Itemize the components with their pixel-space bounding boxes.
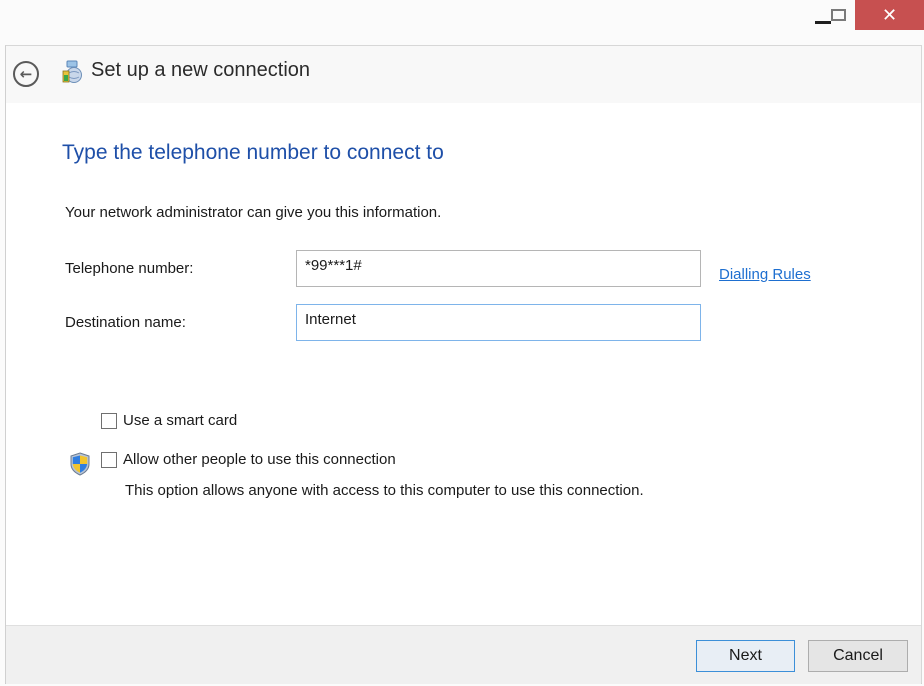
cancel-button[interactable]: Cancel [808, 640, 908, 672]
intro-text: Your network administrator can give you … [65, 204, 442, 221]
close-button[interactable]: ✕ [855, 0, 924, 30]
allow-others-description: This option allows anyone with access to… [125, 482, 644, 499]
maximize-icon [830, 9, 846, 21]
next-button[interactable]: Next [696, 640, 795, 672]
wizard-footer: Next Cancel [6, 625, 921, 684]
wizard-header: ← Set up a new connection [6, 46, 921, 103]
back-arrow-icon: ← [19, 64, 33, 83]
title-bar: ✕ [0, 0, 924, 45]
smart-card-label[interactable]: Use a smart card [123, 412, 237, 429]
dialog-window: ← Set up a new connection Type the telep… [5, 45, 922, 684]
destination-name-label: Destination name: [65, 314, 186, 331]
allow-others-label[interactable]: Allow other people to use this connectio… [123, 451, 396, 468]
telephone-number-input[interactable]: *99***1# [296, 250, 701, 287]
dialling-rules-link[interactable]: Dialling Rules [719, 266, 811, 283]
back-button[interactable]: ← [13, 61, 39, 87]
smart-card-option[interactable]: Use a smart card [101, 412, 237, 429]
smart-card-checkbox[interactable] [101, 412, 117, 429]
close-icon: ✕ [881, 4, 898, 26]
allow-others-option[interactable]: Allow other people to use this connectio… [101, 451, 396, 468]
network-connection-icon [62, 60, 82, 83]
telephone-number-label: Telephone number: [65, 260, 194, 277]
uac-shield-icon [70, 452, 90, 476]
wizard-title: Set up a new connection [91, 59, 311, 81]
wizard-content: Type the telephone number to connect to … [6, 103, 921, 625]
page-title: Type the telephone number to connect to [62, 141, 444, 164]
destination-name-input[interactable]: Internet [296, 304, 701, 341]
maximize-button[interactable] [821, 0, 855, 30]
allow-others-checkbox[interactable] [101, 451, 117, 468]
